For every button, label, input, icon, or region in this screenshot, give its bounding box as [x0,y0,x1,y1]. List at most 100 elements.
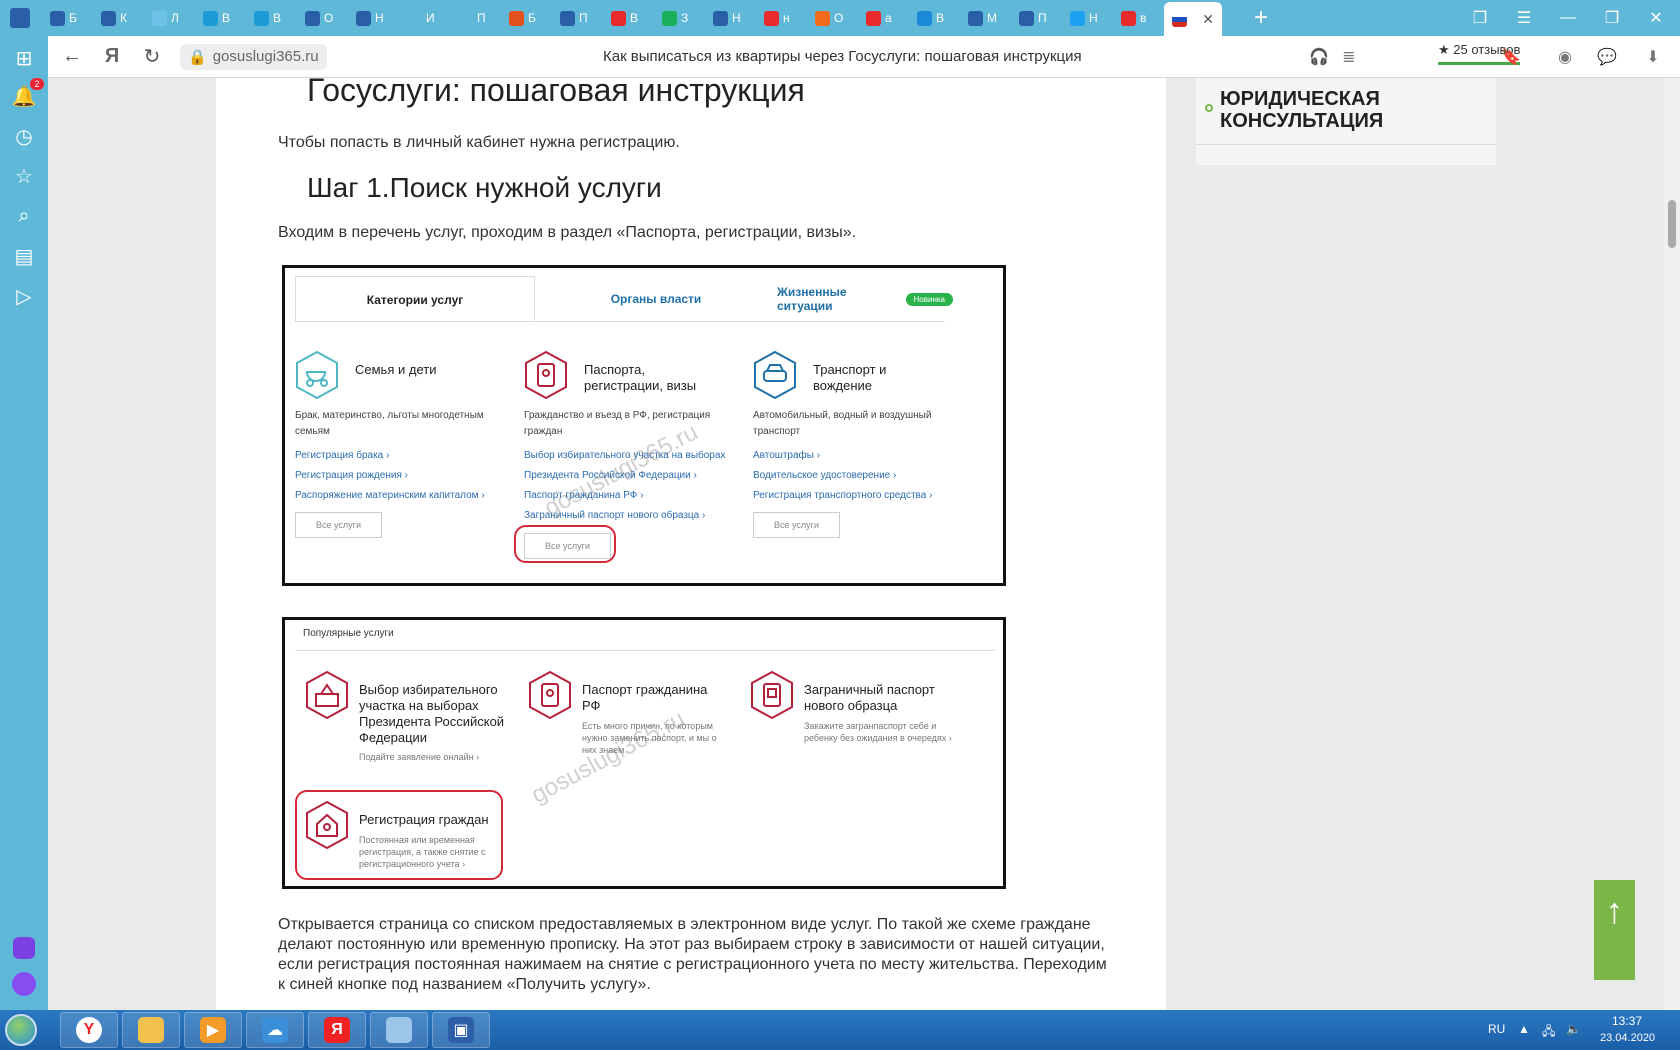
browser-tab[interactable]: а [858,4,909,32]
browser-tab[interactable]: К [93,4,144,32]
browser-tab[interactable]: П [1011,4,1062,32]
close-window-button[interactable]: ✕ [1634,0,1678,36]
history-icon[interactable]: ◷ [10,122,38,150]
popular-item-desc[interactable]: Есть много причин, по которым нужно заме… [582,720,722,756]
tray-expand-icon[interactable]: ▲ [1518,1022,1530,1036]
tab-label: н [783,11,790,25]
alice-icon[interactable] [10,970,38,998]
taskbar-remote-desktop[interactable]: ▣ [432,1012,490,1048]
new-badge: Новинка [905,292,953,306]
tab-favicon-icon [407,10,422,26]
service-link[interactable]: Выбор избирательного участка на выборах [524,450,725,461]
cloud-app-icon: ☁ [262,1017,288,1043]
service-link[interactable]: Регистрация брака › [295,450,389,461]
play-icon[interactable]: ▷ [10,282,38,310]
service-link[interactable]: Автоштрафы › [753,450,820,461]
browser-tab[interactable]: Б [42,4,93,32]
tab-label: О [834,11,844,25]
back-button[interactable]: ← [52,37,92,77]
alice-app-icon[interactable] [10,934,38,962]
browser-tab[interactable]: н [756,4,807,32]
popular-item-desc[interactable]: Подайте заявление онлайн › [359,751,509,763]
browser-tab[interactable]: Л [144,4,195,32]
yandex-menu-button[interactable] [8,4,42,32]
popular-item-title[interactable]: Выбор избирательного участка на выборах … [359,682,509,746]
service-link[interactable]: Заграничный паспорт нового образца › [524,510,705,521]
notes-icon[interactable]: ▤ [10,242,38,270]
volume-icon[interactable]: 🔈 [1566,1022,1581,1036]
reader-mode-icon[interactable]: ≣ [1334,36,1364,78]
clock-date[interactable]: 23.04.2020 [1600,1032,1655,1044]
extension-icon[interactable]: ◉ [1550,36,1580,78]
scroll-to-top-button[interactable]: ↑ [1594,880,1635,980]
restore-button[interactable]: ❐ [1590,0,1634,36]
popular-item-title[interactable]: Заграничный паспорт нового образца [804,682,944,714]
network-icon[interactable]: 🖧 [1542,1022,1555,1043]
popular-item-title[interactable]: Паспорт гражданина РФ [582,682,722,714]
yandex-home-icon[interactable]: Я [92,37,132,77]
tab-close-icon[interactable]: ✕ [1202,11,1214,28]
tab-active[interactable]: ✕ [1164,2,1222,36]
scrollbar-thumb[interactable] [1668,200,1676,248]
tab-categories[interactable]: Категории услуг [295,276,535,322]
browser-tab[interactable]: Н [1062,4,1113,32]
browser-tab[interactable]: в [1113,4,1164,32]
browser-tab[interactable]: В [195,4,246,32]
tab-favicon-icon [713,10,728,26]
taskbar-notepad[interactable] [370,1012,428,1048]
browser-tab[interactable]: В [246,4,297,32]
service-link[interactable]: Водительское удостоверение › [753,470,896,481]
grid-icon[interactable]: ⊞ [10,44,38,72]
url-field[interactable]: 🔒 gosuslugi365.ru [180,43,327,70]
bookmark-icon[interactable]: 🔖 [1496,36,1526,78]
browser-tab[interactable]: П [552,4,603,32]
browser-tab[interactable]: П [450,4,501,32]
tab-favicon-icon [815,10,830,26]
all-services-button[interactable]: Все услуги [295,512,382,538]
service-link[interactable]: Паспорт гражданина РФ › [524,490,644,501]
service-link[interactable]: Регистрация транспортного средства › [753,490,932,501]
headphones-icon[interactable]: 🎧 [1304,36,1334,78]
tab-label: П [1038,11,1047,25]
browser-tab[interactable]: О [807,4,858,32]
popular-item-desc[interactable]: Закажите загранпаспорт себе и ребенку бе… [804,720,954,744]
browser-tab[interactable]: В [603,4,654,32]
download-icon[interactable]: ⬇ [1638,36,1668,78]
language-indicator[interactable]: RU [1488,1022,1505,1036]
tab-label: Б [528,11,536,25]
service-link[interactable]: Президента Российской Федерации › [524,470,697,481]
all-services-button[interactable]: Все услуги [753,512,840,538]
taskbar-yandex[interactable]: Я [308,1012,366,1048]
taskbar-explorer[interactable] [122,1012,180,1048]
legal-consultation-card[interactable]: ЮРИДИЧЕСКАЯ КОНСУЛЬТАЦИЯ [1196,78,1496,165]
reload-button[interactable]: ↻ [132,37,172,77]
tab-authorities[interactable]: Органы власти [535,276,777,322]
tab-life-situations[interactable]: Жизненные ситуации Новинка [777,276,953,322]
browser-tab[interactable]: Н [705,4,756,32]
taskbar-yandex-browser[interactable]: Y [60,1012,118,1048]
browser-tab[interactable]: Н [348,4,399,32]
taskbar-media-player[interactable]: ▶ [184,1012,242,1048]
minimize-button[interactable]: — [1546,0,1590,36]
browser-tab[interactable]: З [654,4,705,32]
service-link[interactable]: Регистрация рождения › [295,470,408,481]
browser-tab[interactable]: Б [501,4,552,32]
new-tab-button[interactable]: + [1246,3,1276,33]
tab-label: Н [732,11,741,25]
browser-tab[interactable]: М [960,4,1011,32]
collections-icon[interactable]: ⌕ [10,202,38,230]
menu-icon[interactable]: ☰ [1502,0,1546,36]
clock-time[interactable]: 13:37 [1612,1014,1642,1028]
browser-tab[interactable]: В [909,4,960,32]
browser-tab[interactable]: И [399,4,450,32]
taskbar-network-app[interactable]: ☁ [246,1012,304,1048]
chat-icon[interactable]: 💬 [1592,36,1622,78]
browser-tab[interactable]: О [297,4,348,32]
tab-label: Н [1089,11,1098,25]
start-button[interactable] [0,1010,42,1050]
tab-manager-icon[interactable]: ❐ [1458,0,1502,36]
scrollbar[interactable] [1664,78,1680,1010]
star-icon[interactable]: ☆ [10,162,38,190]
service-link[interactable]: Распоряжение материнским капиталом › [295,490,485,501]
highlight-ring [514,525,616,563]
